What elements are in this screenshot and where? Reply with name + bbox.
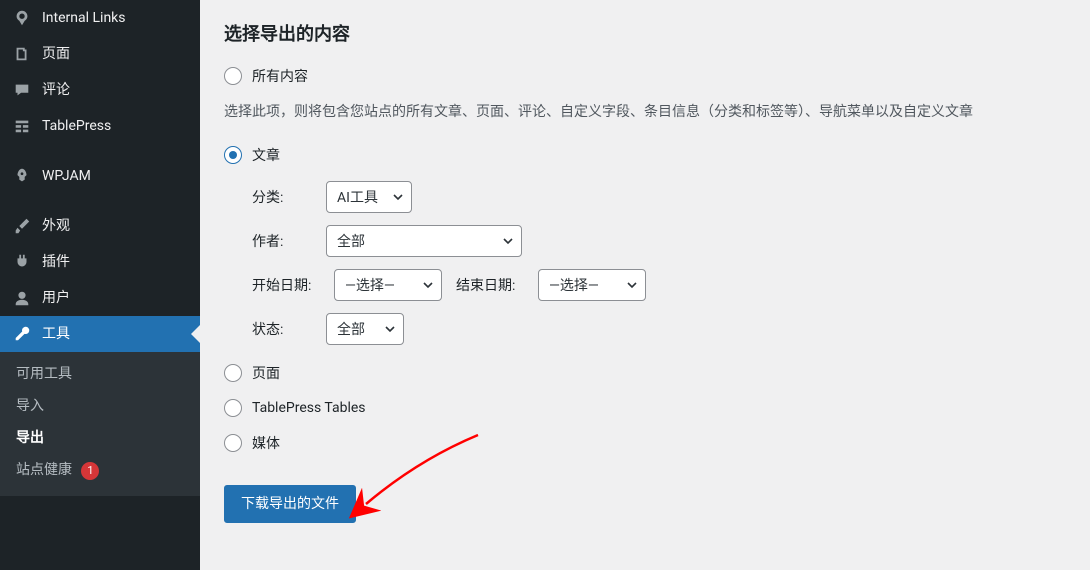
download-export-button[interactable]: 下载导出的文件 [224,485,356,523]
section-title: 选择导出的内容 [224,20,1066,46]
select-value: —选择— [345,275,395,295]
wrench-icon [12,324,32,344]
admin-sidebar: Internal Links 页面 评论 TablePress WPJAM [0,0,200,570]
submenu-item-import[interactable]: 导入 [0,390,200,422]
radio-all-content[interactable] [224,67,242,85]
table-icon [12,116,32,136]
option-pages[interactable]: 页面 [224,363,1066,383]
post-filters: 分类: AI工具 作者: 全部 开始日期: —选择— 结束 [252,181,1066,345]
option-tablepress[interactable]: TablePress Tables [224,399,1066,417]
sidebar-item-label: 外观 [42,216,70,236]
chevron-down-icon [502,235,514,247]
sidebar-item-label: TablePress [42,116,111,136]
option-label: 页面 [252,363,280,383]
site-health-badge: 1 [81,462,99,480]
sidebar-item-pages[interactable]: 页面 [0,36,200,72]
link-icon [12,8,32,28]
select-value: 全部 [337,231,365,251]
option-all-content[interactable]: 所有内容 [224,66,1066,86]
sidebar-item-label: WPJAM [42,166,91,186]
sidebar-item-internal-links[interactable]: Internal Links [0,0,200,36]
sidebar-item-tablepress[interactable]: TablePress [0,108,200,144]
sidebar-item-label: 页面 [42,44,70,64]
filter-author-label: 作者: [252,231,318,251]
submenu-item-export[interactable]: 导出 [0,422,200,454]
submenu-item-available-tools[interactable]: 可用工具 [0,358,200,390]
chevron-down-icon [392,191,404,203]
filter-category-label: 分类: [252,187,318,207]
option-media[interactable]: 媒体 [224,433,1066,453]
select-status[interactable]: 全部 [326,313,404,345]
rocket-icon [12,166,32,186]
sidebar-item-comments[interactable]: 评论 [0,72,200,108]
option-all-description: 选择此项，则将包含您站点的所有文章、页面、评论、自定义字段、条目信息（分类和标签… [224,102,1066,123]
option-label: TablePress Tables [252,400,366,416]
option-posts[interactable]: 文章 [224,145,1066,165]
radio-posts[interactable] [224,146,242,164]
chevron-down-icon [626,279,638,291]
radio-media[interactable] [224,434,242,452]
comment-icon [12,80,32,100]
select-value: AI工具 [337,187,378,207]
filter-end-date-label: 结束日期: [456,275,530,295]
sidebar-item-users[interactable]: 用户 [0,280,200,316]
radio-tablepress[interactable] [224,399,242,417]
option-label: 所有内容 [252,66,308,86]
brush-icon [12,216,32,236]
option-label: 媒体 [252,433,280,453]
chevron-down-icon [384,323,396,335]
sidebar-item-appearance[interactable]: 外观 [0,208,200,244]
filter-status-label: 状态: [252,319,318,339]
export-panel: 选择导出的内容 所有内容 选择此项，则将包含您站点的所有文章、页面、评论、自定义… [200,0,1090,570]
sidebar-item-plugins[interactable]: 插件 [0,244,200,280]
filter-start-date-label: 开始日期: [252,275,326,295]
submenu-item-label: 站点健康 [16,462,72,478]
radio-pages[interactable] [224,364,242,382]
sidebar-item-label: 用户 [42,288,70,308]
select-end-date[interactable]: —选择— [538,269,646,301]
select-value: 全部 [337,319,365,339]
plugin-icon [12,252,32,272]
select-value: —选择— [549,275,599,295]
tools-submenu: 可用工具 导入 导出 站点健康 1 [0,352,200,496]
select-author[interactable]: 全部 [326,225,522,257]
submenu-item-site-health[interactable]: 站点健康 1 [0,454,200,486]
sidebar-item-label: 插件 [42,252,70,272]
sidebar-item-label: 工具 [42,324,70,344]
option-label: 文章 [252,145,280,165]
users-icon [12,288,32,308]
chevron-down-icon [422,279,434,291]
select-category[interactable]: AI工具 [326,181,412,213]
select-start-date[interactable]: —选择— [334,269,442,301]
sidebar-item-tools[interactable]: 工具 [0,316,200,352]
sidebar-item-label: 评论 [42,80,70,100]
sidebar-item-wpjam[interactable]: WPJAM [0,158,200,194]
sidebar-item-label: Internal Links [42,8,126,28]
pages-icon [12,44,32,64]
